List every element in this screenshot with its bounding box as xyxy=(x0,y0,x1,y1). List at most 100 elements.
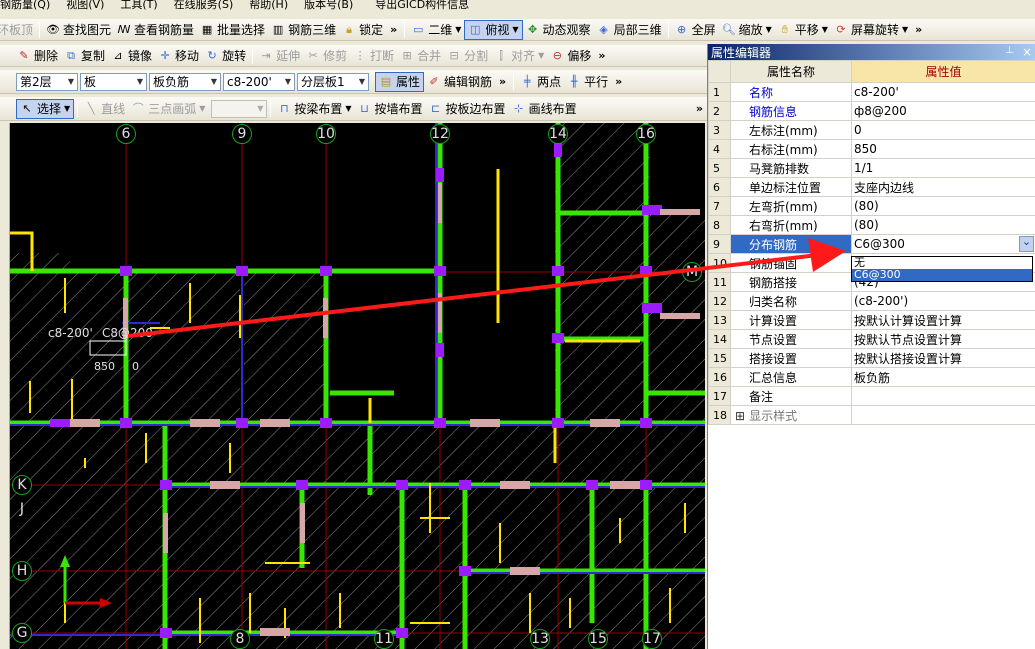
menu-item[interactable]: 导出GICD构件信息 xyxy=(375,0,469,10)
property-value[interactable]: 按默认计算设置计算 xyxy=(851,310,1035,330)
rotate-button[interactable]: ↻ 旋转 xyxy=(202,46,249,66)
toolbar-overflow-icon[interactable]: » xyxy=(915,23,922,36)
chevron-down-icon[interactable]: ▼ xyxy=(902,25,908,34)
pin-icon[interactable]: ⊥ xyxy=(1005,45,1014,59)
distribution-rebar-input[interactable]: C6@300 ⌄ xyxy=(851,234,1035,254)
chevron-down-icon[interactable]: ▼ xyxy=(64,104,70,113)
lock-button[interactable]: 🔒︎ 锁定 xyxy=(339,20,386,40)
property-value[interactable]: 支座内边线 xyxy=(851,177,1035,197)
move-button[interactable]: ✛ 移动 xyxy=(155,46,202,66)
toolbar-btn-top[interactable]: 环板顶 xyxy=(0,20,36,40)
view-2d-button[interactable]: ▭ 二维 ▼ xyxy=(408,20,464,40)
extend-button[interactable]: ⇥ 延伸 xyxy=(256,46,303,66)
floor-select[interactable]: 第2层 ▼ xyxy=(16,72,78,91)
property-value[interactable]: c8-200' xyxy=(851,82,1035,102)
spec-select[interactable]: c8-200' ▼ xyxy=(223,72,295,91)
chevron-down-icon[interactable]: ⌄ xyxy=(1019,236,1034,252)
property-value[interactable]: (80) xyxy=(851,215,1035,235)
arc-button[interactable]: ⌒ 三点画弧 ▼ xyxy=(128,99,208,119)
mirror-button[interactable]: ⊿ 镜像 xyxy=(108,46,155,66)
type-select[interactable]: 板 ▼ xyxy=(80,72,147,91)
screen-rotate-button[interactable]: ⟳ 屏幕旋转 ▼ xyxy=(831,20,911,40)
dropdown-option-selected[interactable]: C6@300 xyxy=(852,269,1032,281)
close-icon[interactable]: × xyxy=(1022,45,1032,59)
property-row[interactable]: 5 马凳筋排数 1/1 xyxy=(708,158,1035,178)
property-row[interactable]: 7 左弯折(mm) (80) xyxy=(708,196,1035,216)
property-row[interactable]: 15 搭接设置 按默认搭接设置计算 xyxy=(708,348,1035,368)
chevron-down-icon[interactable]: ▼ xyxy=(345,104,351,113)
chevron-down-icon[interactable]: ▼ xyxy=(512,25,518,34)
toolbar-overflow-icon[interactable]: » xyxy=(499,75,506,88)
chevron-down-icon[interactable]: ▼ xyxy=(822,25,828,34)
align-button[interactable]: ⫿ 对齐 ▼ xyxy=(491,46,547,66)
property-row[interactable]: 3 左标注(mm) 0 xyxy=(708,120,1035,140)
property-row[interactable]: 13 计算设置 按默认计算设置计算 xyxy=(708,310,1035,330)
property-row[interactable]: 16 汇总信息 板负筋 xyxy=(708,367,1035,387)
fullscreen-button[interactable]: ⊕ 全屏 xyxy=(672,20,719,40)
property-value[interactable]: (80) xyxy=(851,196,1035,216)
properties-button[interactable]: ▤ 属性 xyxy=(375,71,425,92)
merge-button[interactable]: ⊞ 合并 xyxy=(397,46,444,66)
drawing-canvas[interactable]: c8-200' C8@200 850 0 6 9 10 12 14 16 M K… xyxy=(10,123,705,649)
menu-item[interactable]: 版本号(B) xyxy=(304,0,353,10)
chevron-down-icon[interactable]: ▼ xyxy=(766,25,772,34)
property-row[interactable]: 12 归类名称 (c8-200') xyxy=(708,291,1035,311)
beam-layout-button[interactable]: ⊓ 按梁布置 ▼ xyxy=(274,99,354,119)
property-value[interactable]: ф8@200 xyxy=(851,101,1035,121)
property-row[interactable]: 4 右标注(mm) 850 xyxy=(708,139,1035,159)
delete-button[interactable]: ✎ 删除 xyxy=(14,46,61,66)
property-value[interactable]: 1/1 xyxy=(851,158,1035,178)
pan-button[interactable]: ✋︎ 平移 ▼ xyxy=(775,20,831,40)
property-value[interactable]: 按默认搭接设置计算 xyxy=(851,348,1035,368)
property-value[interactable]: (c8-200') xyxy=(851,291,1035,311)
property-value[interactable] xyxy=(851,386,1035,406)
property-row[interactable]: 6 单边标注位置 支座内边线 xyxy=(708,177,1035,197)
property-row[interactable]: 1 名称 c8-200' xyxy=(708,82,1035,102)
split-button[interactable]: ⊟ 分割 xyxy=(444,46,491,66)
trim-button[interactable]: ✂ 修剪 xyxy=(303,46,350,66)
batch-select-button[interactable]: ▦ 批量选择 xyxy=(197,20,268,40)
edge-layout-button[interactable]: ⊏ 按板边布置 xyxy=(426,99,509,119)
draw-mode-select[interactable]: ▼ xyxy=(211,99,268,118)
select-button[interactable]: ↖ 选择 ▼ xyxy=(16,98,75,119)
find-element-button[interactable]: 👁 查找图元 xyxy=(43,20,114,40)
property-row[interactable]: 17 备注 xyxy=(708,386,1035,406)
chevron-down-icon[interactable]: ▼ xyxy=(199,104,205,113)
chevron-down-icon[interactable]: ▼ xyxy=(455,25,461,34)
property-value[interactable] xyxy=(851,405,1035,425)
top-view-button[interactable]: ◫ 俯视 ▼ xyxy=(464,19,523,40)
toolbar-overflow-icon[interactable]: » xyxy=(615,75,622,88)
property-value[interactable]: 0 xyxy=(851,120,1035,140)
property-value[interactable]: 按默认节点设置计算 xyxy=(851,329,1035,349)
rebar-3d-button[interactable]: ▥ 钢筋三维 xyxy=(268,20,339,40)
property-row[interactable]: 14 节点设置 按默认节点设置计算 xyxy=(708,329,1035,349)
dynamic-observe-button[interactable]: ✥ 动态观察 xyxy=(523,20,594,40)
copy-button[interactable]: ⧉ 复制 xyxy=(61,46,108,66)
layer-select[interactable]: 分层板1 ▼ xyxy=(297,72,369,91)
toolbar-overflow-icon[interactable]: » xyxy=(696,102,703,115)
parallel-button[interactable]: ╫ 平行 xyxy=(564,72,611,92)
menu-item[interactable]: 工具(T) xyxy=(120,0,157,10)
property-row[interactable]: 18 ⊞ 显示样式 xyxy=(708,405,1035,425)
zoom-button[interactable]: 🔍︎ 缩放 ▼ xyxy=(719,20,775,40)
menu-item[interactable]: 在线服务(S) xyxy=(174,0,234,10)
line-button[interactable]: ╲ 直线 xyxy=(81,99,128,119)
wall-layout-button[interactable]: ⊔ 按墙布置 xyxy=(355,99,426,119)
two-point-button[interactable]: ╪ 两点 xyxy=(517,72,564,92)
property-value[interactable]: 850 xyxy=(851,139,1035,159)
toolbar-overflow-icon[interactable]: » xyxy=(598,49,605,62)
expand-icon[interactable]: ⊞ xyxy=(735,409,745,423)
property-row[interactable]: 9 分布钢筋 C6@300 ⌄ xyxy=(708,234,1035,254)
view-rebar-button[interactable]: ꟿ 查看钢筋量 xyxy=(114,20,197,40)
subtype-select[interactable]: 板负筋 ▼ xyxy=(149,72,221,91)
drawline-layout-button[interactable]: ⊹ 画线布置 xyxy=(509,99,580,119)
local-3d-button[interactable]: ◈ 局部三维 xyxy=(594,20,665,40)
property-row[interactable]: 8 右弯折(mm) (80) xyxy=(708,215,1035,235)
menu-item[interactable]: 视图(V) xyxy=(66,0,104,10)
chevron-down-icon[interactable]: ▼ xyxy=(538,51,544,60)
menu-item[interactable]: 帮助(H) xyxy=(249,0,288,10)
offset-button[interactable]: ⊖ 偏移 xyxy=(547,46,594,66)
toolbar-overflow-icon[interactable]: » xyxy=(390,23,397,36)
property-value[interactable]: 板负筋 xyxy=(851,367,1035,387)
menu-item[interactable]: 钢筋量(Q) xyxy=(0,0,50,10)
